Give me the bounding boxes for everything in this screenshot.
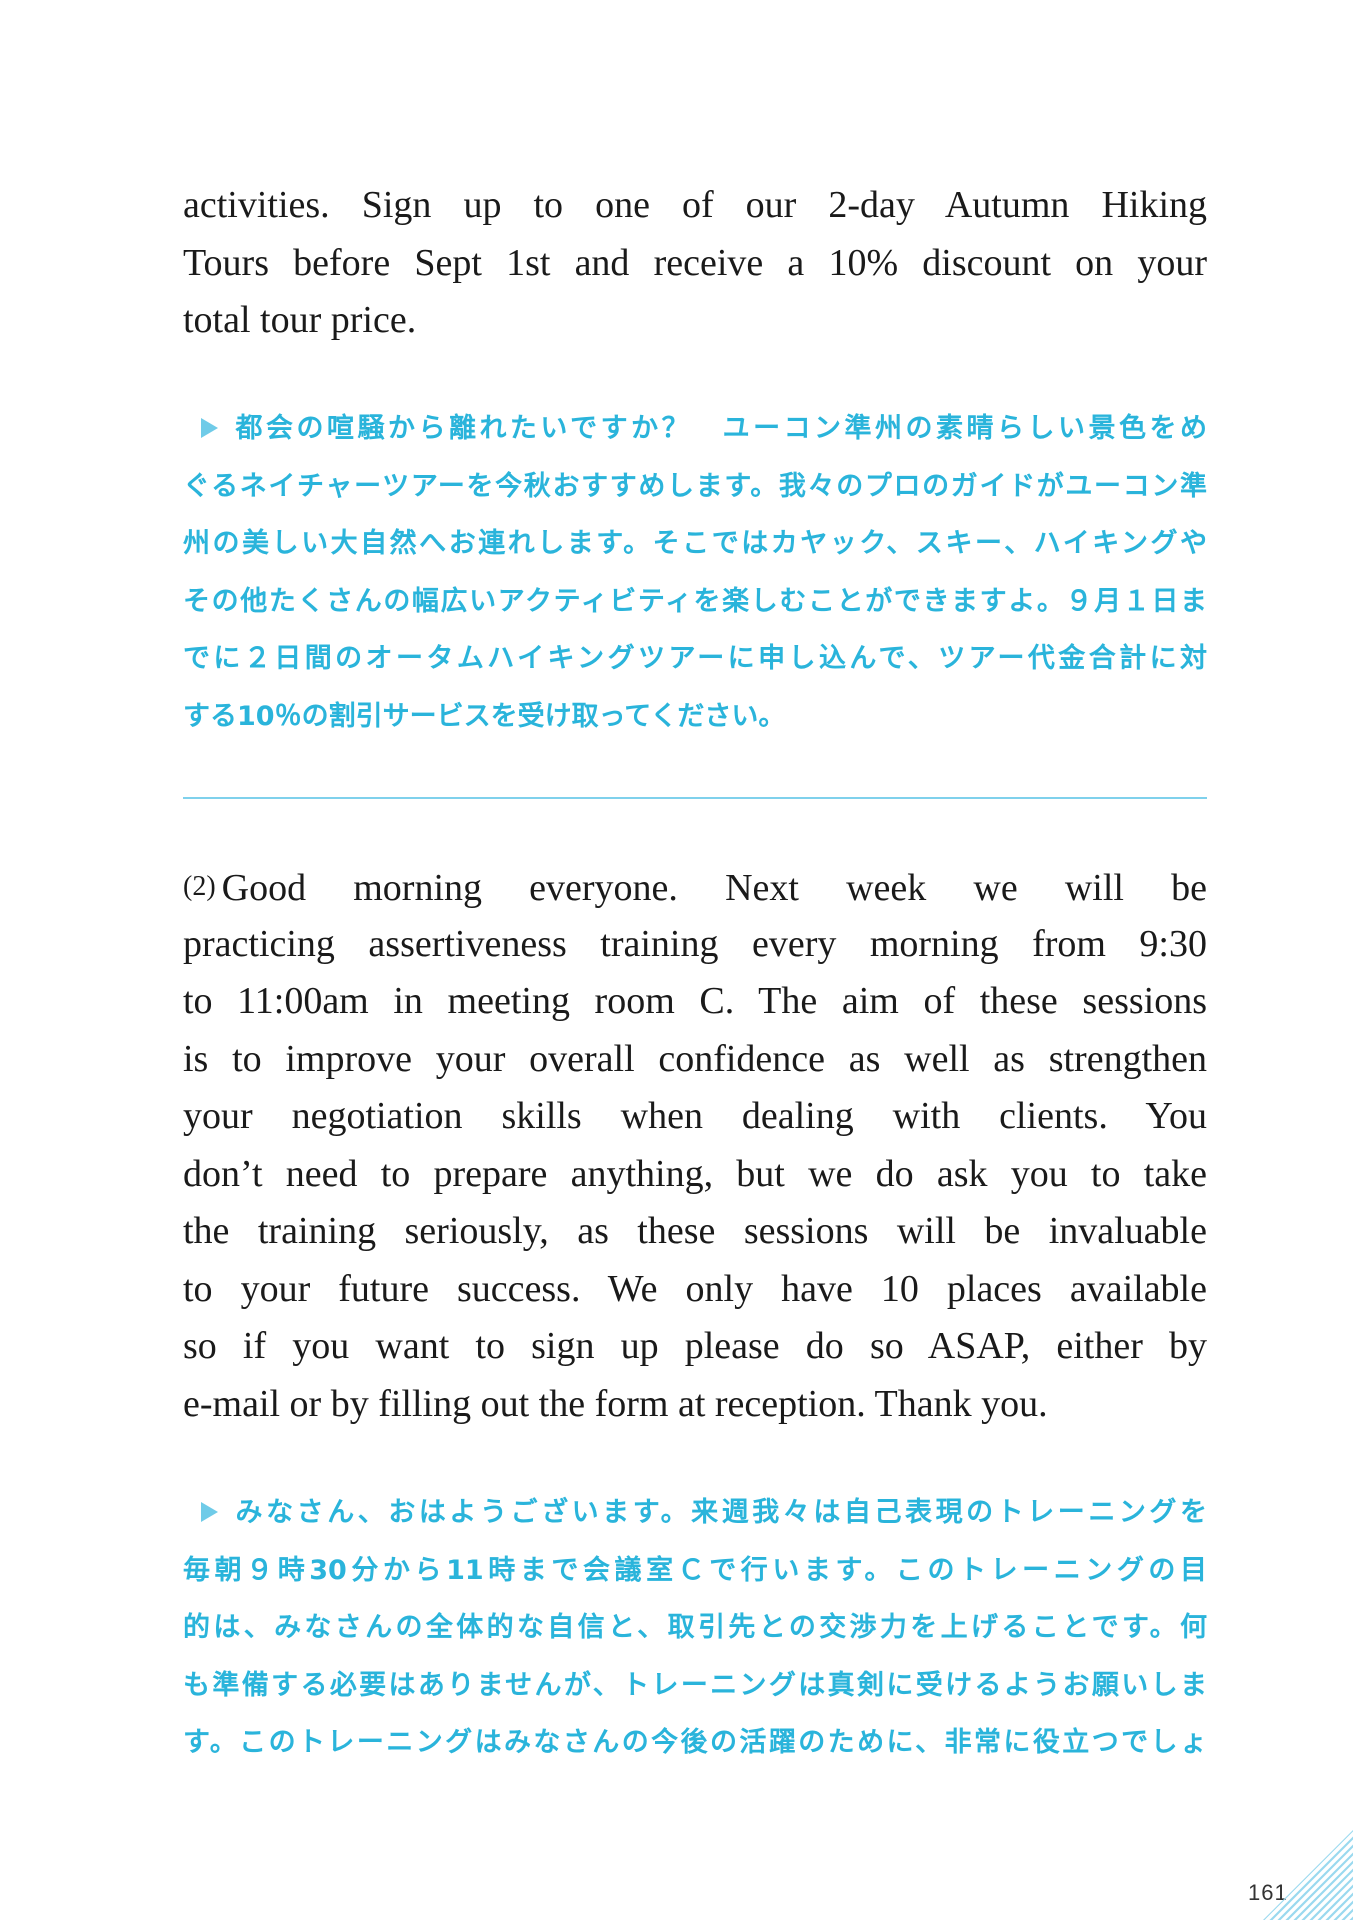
play-triangle-icon	[201, 418, 218, 438]
english-line: don’t need to prepare anything, but we d…	[183, 1152, 1207, 1195]
translation-line-text: みなさん、おはようございます。来週我々は自己表現のトレーニングを	[232, 1497, 1207, 1528]
translation-line: も準備する必要はありませんが、トレーニングは真剣に受けるようお願いしま	[183, 1669, 1207, 1701]
translation-line: す。このトレーニングはみなさんの今後の活躍のために、非常に役立つでしょ	[183, 1727, 1207, 1758]
english-line: e-mail or by filling out the form at rec…	[183, 1382, 1048, 1425]
english-line: to 11:00am in meeting room C. The aim of…	[183, 980, 1207, 1022]
passage-number: (2)	[183, 871, 216, 902]
translation-line: ぐるネイチャーツアーを今秋おすすめします。我々のプロのガイドがユーコン準	[183, 470, 1207, 502]
english-line: your negotiation skills when dealing wit…	[183, 1095, 1207, 1137]
english-line: activities. Sign up to one of our 2-day …	[183, 184, 1207, 226]
translation-line: その他たくさんの幅広いアクティビティを楽しむことができますよ。９月１日ま	[183, 585, 1207, 617]
english-line: practicing assertiveness training every …	[183, 922, 1207, 965]
passage-2-english: (2) Good morning everyone. Next week we w…	[183, 858, 1207, 1433]
english-line-text: Good morning everyone. Next week we will…	[221, 867, 1207, 909]
translation-line: 毎朝９時30分から11時まで会議室Ｃで行います。このトレーニングの目	[183, 1554, 1207, 1586]
section-divider	[183, 797, 1207, 799]
english-line: is to improve your overall confidence as…	[183, 1037, 1207, 1080]
translation-line: 州の美しい大自然へお連れします。そこではカヤック、スキー、ハイキングや	[183, 528, 1207, 559]
translation-line-first: みなさん、おはようございます。来週我々は自己表現のトレーニングを	[183, 1484, 1207, 1542]
english-line: Tours before Sept 1st and receive a 10% …	[183, 241, 1207, 284]
translation-line-text: 都会の喧騒から離れたいですか？ ユーコン準州の素晴らしい景色をめ	[232, 413, 1207, 444]
translation-line-first: 都会の喧騒から離れたいですか？ ユーコン準州の素晴らしい景色をめ	[183, 400, 1207, 458]
translation-line: でに２日間のオータムハイキングツアーに申し込んで、ツアー代金合計に対	[183, 643, 1207, 674]
corner-stripes-decoration	[1263, 1830, 1353, 1920]
play-triangle-icon	[201, 1502, 218, 1522]
english-line: the training seriously, as these session…	[183, 1210, 1207, 1252]
passage-1-english: activities. Sign up to one of our 2-day …	[183, 177, 1207, 350]
english-line: total tour price.	[183, 299, 417, 341]
translation-line: する10％の割引サービスを受け取ってください。	[183, 700, 786, 732]
english-line: so if you want to sign up please do so A…	[183, 1325, 1207, 1367]
english-line-first: (2) Good morning everyone. Next week we w…	[183, 858, 1207, 916]
passage-2-translation: みなさん、おはようございます。来週我々は自己表現のトレーニングを 毎朝９時30分…	[183, 1484, 1207, 1772]
passage-1-translation: 都会の喧騒から離れたいですか？ ユーコン準州の素晴らしい景色をめ ぐるネイチャー…	[183, 400, 1207, 745]
english-line: to your future success. We only have 10 …	[183, 1267, 1207, 1310]
translation-line: 的は、みなさんの全体的な自信と、取引先との交渉力を上げることです。何	[183, 1612, 1207, 1643]
